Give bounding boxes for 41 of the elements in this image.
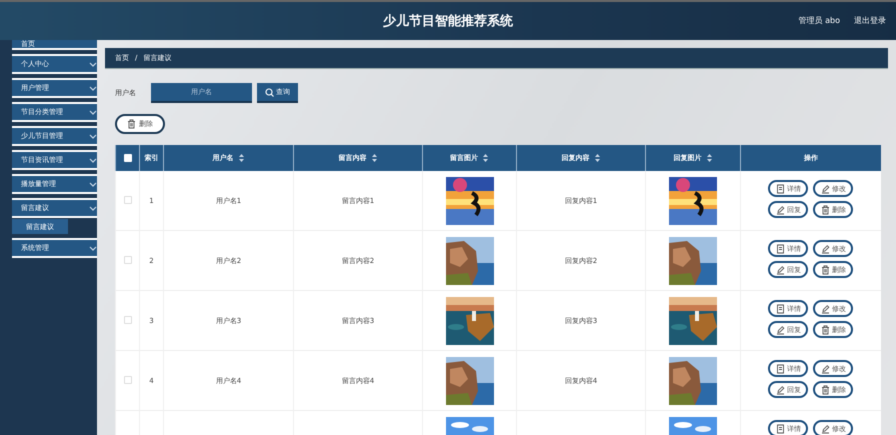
document-icon [776, 304, 785, 314]
trash-icon [820, 384, 830, 394]
trash-icon [820, 264, 830, 274]
user-label: 管理员 abo [798, 15, 840, 26]
document-icon [776, 184, 785, 194]
app-title: 少儿节目智能推荐系统 [383, 12, 513, 30]
pen-icon [776, 384, 785, 394]
pen-icon [820, 424, 830, 434]
pen-icon [820, 184, 830, 194]
pen-icon [776, 204, 785, 214]
trash-icon [820, 204, 830, 214]
row-checkbox[interactable] [124, 196, 132, 204]
caret-icon [89, 134, 97, 138]
trash-icon [127, 119, 136, 129]
logout-link[interactable]: 退出登录 [854, 15, 886, 26]
document-icon [776, 424, 785, 434]
pen-icon [776, 324, 785, 334]
search-icon [265, 88, 274, 96]
caret-icon [89, 86, 97, 90]
row-checkbox[interactable] [124, 376, 132, 384]
document-icon [776, 244, 785, 254]
document-icon [776, 364, 785, 374]
select-all-checkbox[interactable] [124, 154, 132, 162]
sort-icon [482, 153, 489, 164]
caret-icon [89, 62, 97, 66]
caret-icon [89, 206, 97, 210]
caret-icon [89, 110, 97, 114]
caret-icon [89, 182, 97, 186]
pen-icon [820, 304, 830, 314]
pen-icon [820, 364, 830, 374]
trash-icon [820, 324, 830, 334]
sort-icon [370, 153, 378, 164]
sort-icon [706, 153, 712, 164]
pen-icon [776, 264, 785, 274]
caret-icon [89, 246, 97, 250]
sort-icon [238, 153, 244, 164]
row-checkbox[interactable] [124, 316, 132, 324]
sort-icon [594, 153, 600, 164]
caret-icon [89, 158, 97, 162]
pen-icon [820, 244, 830, 254]
row-checkbox[interactable] [124, 256, 132, 264]
